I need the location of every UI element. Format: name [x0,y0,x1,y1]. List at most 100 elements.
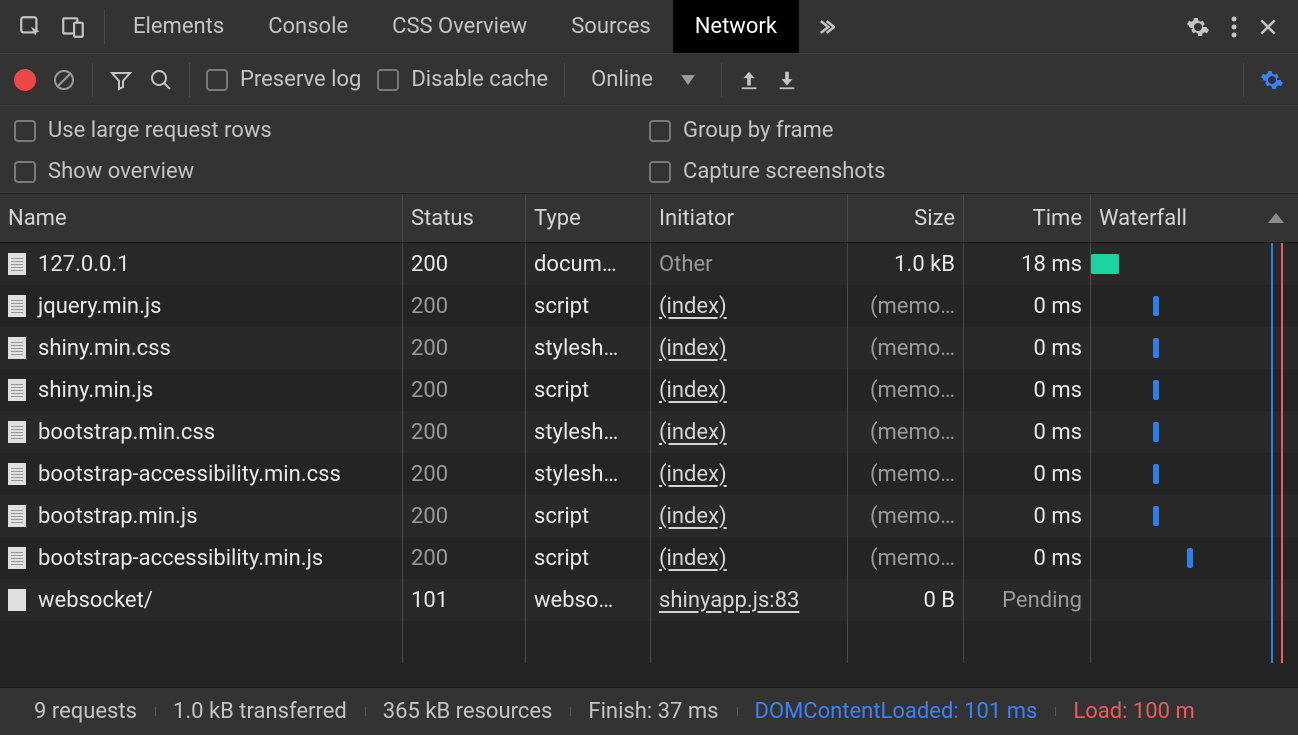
initiator-link[interactable]: (index) [659,294,727,319]
request-name: bootstrap-accessibility.min.js [38,546,323,571]
dcl-guide [1271,285,1273,327]
dcl-guide [1271,243,1273,285]
load-guide [1281,369,1283,411]
table-row[interactable]: shiny.min.js200script(index)(memo…0 ms [0,369,1298,411]
tab-sources[interactable]: Sources [549,0,673,53]
waterfall-bar [1153,296,1159,316]
request-status: 200 [403,495,526,537]
upload-har-icon[interactable] [738,69,760,91]
tab-elements[interactable]: Elements [111,0,246,53]
request-type: stylesh… [526,327,651,369]
capture-screenshots-checkbox[interactable]: Capture screenshots [649,159,1284,184]
status-requests: 9 requests [16,699,155,724]
status-bar: 9 requests 1.0 kB transferred 365 kB res… [0,687,1298,735]
close-icon[interactable] [1258,17,1278,37]
gear-icon[interactable] [1186,15,1210,39]
table-row[interactable]: websocket/101webso…shinyapp.js:830 BPend… [0,579,1298,621]
table-row[interactable]: shiny.min.css200stylesh…(index)(memo…0 m… [0,327,1298,369]
dcl-guide [1271,579,1273,621]
waterfall-cell [1091,579,1298,621]
request-time: 0 ms [964,285,1091,327]
table-row[interactable]: jquery.min.js200script(index)(memo…0 ms [0,285,1298,327]
request-type: webso… [526,579,651,621]
view-options: Use large request rows Show overview Gro… [0,106,1298,193]
dcl-guide [1271,327,1273,369]
table-row[interactable]: bootstrap-accessibility.min.js 200script (… [0,537,1298,579]
filter-icon[interactable] [109,68,133,92]
status-resources: 365 kB resources [365,699,571,724]
initiator-link[interactable]: shinyapp.js:83 [659,588,799,613]
show-overview-checkbox[interactable]: Show overview [14,159,649,184]
request-size: (memo… [848,285,964,327]
waterfall-bar [1153,506,1159,526]
request-status: 200 [403,285,526,327]
table-row[interactable]: bootstrap-accessibility.min.css200styles… [0,453,1298,495]
dcl-guide [1271,453,1273,495]
file-icon [8,253,26,275]
waterfall-bar [1153,464,1159,484]
search-icon[interactable] [149,68,173,92]
request-type: stylesh… [526,453,651,495]
kebab-menu-icon[interactable] [1230,15,1238,39]
status-load: Load: 100 m [1055,699,1212,724]
status-transferred: 1.0 kB transferred [155,699,365,724]
header-type[interactable]: Type [526,194,651,242]
initiator-link[interactable]: (index) [659,420,727,445]
preserve-log-checkbox[interactable]: Preserve log [206,67,361,92]
clear-icon[interactable] [52,68,76,92]
table-row[interactable]: 127.0.0.1200docum…Other1.0 kB18 ms [0,243,1298,285]
header-time[interactable]: Time [964,194,1091,242]
tab-css-overview[interactable]: CSS Overview [370,0,549,53]
throttling-select[interactable]: Online [581,67,705,92]
header-size[interactable]: Size [848,194,964,242]
request-name: bootstrap.min.css [38,420,215,445]
initiator-link[interactable]: (index) [659,546,727,571]
initiator-link[interactable]: (index) [659,336,727,361]
header-status[interactable]: Status [403,194,526,242]
tab-console[interactable]: Console [246,0,370,53]
network-settings-icon[interactable] [1260,68,1284,92]
table-row[interactable]: bootstrap.min.css200stylesh…(index)(memo… [0,411,1298,453]
inspect-icon[interactable] [18,14,44,40]
request-name: bootstrap.min.js [38,504,198,529]
request-status: 200 [403,537,526,579]
request-type: script [526,537,651,579]
table-row-empty [0,621,1298,663]
request-name: jquery.min.js [38,294,161,319]
load-guide [1281,579,1283,621]
request-type: stylesh… [526,411,651,453]
file-icon [8,463,26,485]
sort-ascending-icon [1268,213,1284,223]
header-initiator[interactable]: Initiator [651,194,848,242]
file-icon [8,421,26,443]
device-toggle-icon[interactable] [60,14,86,40]
status-domcontentloaded: DOMContentLoaded: 101 ms [737,699,1056,724]
record-button[interactable] [14,69,36,91]
large-rows-checkbox[interactable]: Use large request rows [14,118,649,143]
dcl-guide [1271,369,1273,411]
header-name[interactable]: Name [0,194,403,242]
disable-cache-checkbox[interactable]: Disable cache [377,67,548,92]
request-time: 18 ms [964,243,1091,285]
dcl-guide [1271,537,1273,579]
tab-network[interactable]: Network [673,0,799,53]
request-time: 0 ms [964,327,1091,369]
waterfall-cell [1091,285,1298,327]
disable-cache-label: Disable cache [411,67,548,92]
initiator-link[interactable]: (index) [659,462,727,487]
more-tabs-icon[interactable] [799,17,851,37]
group-by-frame-checkbox[interactable]: Group by frame [649,118,1284,143]
initiator-link[interactable]: (index) [659,504,727,529]
request-status: 200 [403,243,526,285]
separator [721,63,722,97]
table-row[interactable]: bootstrap.min.js200script(index)(memo…0 … [0,495,1298,537]
waterfall-cell [1091,495,1298,537]
header-waterfall[interactable]: Waterfall [1091,194,1298,242]
waterfall-bar [1187,548,1193,568]
request-name: 127.0.0.1 [38,252,130,277]
request-status: 200 [403,327,526,369]
download-har-icon[interactable] [776,69,798,91]
separator [564,63,565,97]
initiator-link[interactable]: (index) [659,378,727,403]
request-status: 200 [403,411,526,453]
